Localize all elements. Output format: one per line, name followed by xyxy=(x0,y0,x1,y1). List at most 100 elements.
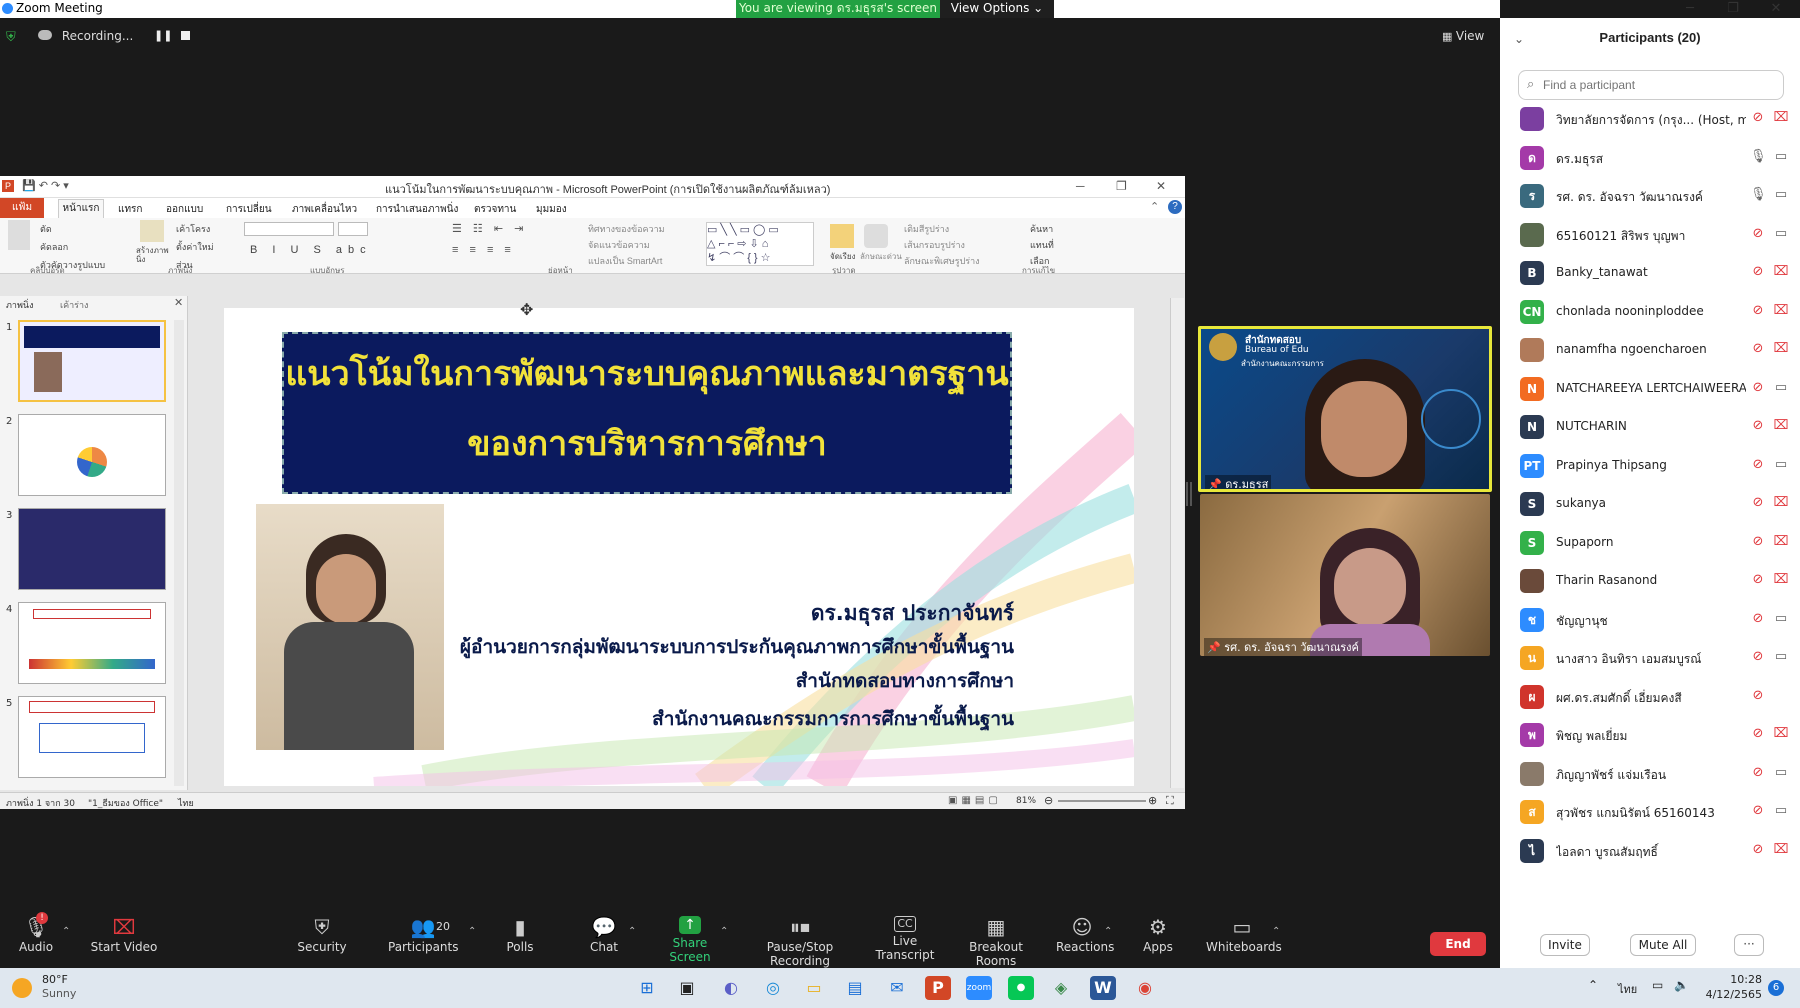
camera-on-icon[interactable]: ▭ xyxy=(1772,187,1790,203)
participant-row[interactable]: nanamfha ngoencharoen ⊘ ⌧ xyxy=(1510,332,1790,368)
participants-button[interactable]: 👥 Participants xyxy=(388,904,459,968)
participant-row[interactable]: N NUTCHARIN ⊘ ⌧ xyxy=(1510,409,1790,445)
camera-on-icon[interactable]: ▭ xyxy=(1772,149,1790,165)
mic-on-icon[interactable]: 🎙 xyxy=(1750,149,1767,165)
shape-effects-button[interactable]: ลักษณะพิเศษรูปร่าง xyxy=(904,254,980,268)
stop-recording-icon[interactable] xyxy=(181,31,190,40)
live-transcript-button[interactable]: CC Live Transcript xyxy=(868,904,942,968)
teams-chat-icon[interactable]: ◐ xyxy=(718,976,744,1000)
reactions-caret-icon[interactable]: ⌃ xyxy=(1104,926,1112,937)
close-icon[interactable]: ✕ xyxy=(1756,0,1796,18)
network-icon[interactable]: ▭ xyxy=(1652,978,1663,992)
camera-off-icon[interactable]: ⌧ xyxy=(1772,534,1790,550)
share-screen-button[interactable]: ↑ Share Screen xyxy=(654,904,726,968)
camera-on-icon[interactable]: ▭ xyxy=(1772,803,1790,819)
splitter-handle[interactable] xyxy=(1186,482,1192,506)
view-button[interactable]: ▦ View xyxy=(1442,29,1484,43)
participant-row[interactable]: S Supaporn ⊘ ⌧ xyxy=(1510,525,1790,561)
mic-muted-icon[interactable]: ⊘ xyxy=(1750,380,1766,396)
camera-off-icon[interactable]: ⌧ xyxy=(1772,110,1790,126)
participant-row[interactable]: ร รศ. ดร. อัจฉรา วัฒนาณรงค์ 🎙 ▭ xyxy=(1510,178,1790,214)
clock-time[interactable]: 10:28 xyxy=(1712,973,1762,986)
participant-row[interactable]: 65160121 สิริพร บุญพา ⊘ ▭ xyxy=(1510,217,1790,253)
camera-on-icon[interactable]: ▭ xyxy=(1772,649,1790,665)
participant-row[interactable]: ช ชัญญานุช ⊘ ▭ xyxy=(1510,602,1790,638)
tab-file[interactable]: แฟ้ม xyxy=(0,198,44,218)
chrome-taskbar-icon[interactable]: ◉ xyxy=(1132,976,1158,1000)
replace-button[interactable]: แทนที่ xyxy=(1030,238,1054,252)
pane-scrollbar[interactable] xyxy=(174,320,184,786)
participant-row[interactable]: วิทยาลัยการจัดการ (กรุง... (Host, me) ⊘ ⌧ xyxy=(1510,101,1790,137)
mic-muted-icon[interactable]: ⊘ xyxy=(1750,264,1766,280)
apps-button[interactable]: ⚙ Apps xyxy=(1140,904,1176,968)
mic-muted-icon[interactable]: ⊘ xyxy=(1750,611,1766,627)
store-icon[interactable]: ▤ xyxy=(842,976,868,1000)
tab-animations[interactable]: ภาพเคลื่อนไหว xyxy=(292,202,357,217)
share-caret-icon[interactable]: ⌃ xyxy=(720,926,728,937)
quick-access-icons[interactable]: 💾 ↶ ↷ ▾ xyxy=(22,179,69,192)
cut-button[interactable]: ตัด xyxy=(40,222,52,236)
input-language[interactable]: ไทย xyxy=(1618,980,1637,998)
arrange-icon[interactable] xyxy=(830,224,854,248)
font-format-icons[interactable]: B I U S abc xyxy=(250,244,372,256)
participant-row[interactable]: ไ ไอลดา บูรณสัมฤทธิ์ ⊘ ⌧ xyxy=(1510,833,1790,869)
shape-outline-button[interactable]: เส้นกรอบรูปร่าง xyxy=(904,238,965,252)
participant-row[interactable]: พ พิชญ พลเยี่ยม ⊘ ⌧ xyxy=(1510,717,1790,753)
participant-row[interactable]: N NATCHAREEYA LERTCHAIWEERA... ⊘ ▭ xyxy=(1510,371,1790,407)
font-name-select[interactable] xyxy=(244,222,334,236)
powerpoint-taskbar-icon[interactable]: P xyxy=(925,976,951,1000)
new-slide-icon[interactable] xyxy=(140,220,164,242)
copy-button[interactable]: คัดลอก xyxy=(40,240,68,254)
slide-thumbnail[interactable] xyxy=(18,320,166,402)
camera-off-icon[interactable]: ⌧ xyxy=(1772,842,1790,858)
ribbon-collapse-icon[interactable]: ⌃ xyxy=(1150,200,1159,213)
participant-row[interactable]: ด ดร.มธุรส 🎙 ▭ xyxy=(1510,140,1790,176)
mic-muted-icon[interactable]: ⊘ xyxy=(1750,803,1766,819)
restore-icon[interactable]: ❐ xyxy=(1713,0,1753,18)
find-button[interactable]: ค้นหา xyxy=(1030,222,1053,236)
mic-muted-icon[interactable]: ⊘ xyxy=(1750,765,1766,781)
camera-off-icon[interactable]: ⌧ xyxy=(1772,726,1790,742)
mic-muted-icon[interactable]: ⊘ xyxy=(1750,457,1766,473)
whiteboards-button[interactable]: ▭ Whiteboards xyxy=(1206,904,1282,968)
mic-muted-icon[interactable]: ⊘ xyxy=(1750,110,1766,126)
participant-row[interactable]: CN chonlada nooninploddee ⊘ ⌧ xyxy=(1510,294,1790,330)
pane-tab-outline[interactable]: เค้าร่าง xyxy=(60,298,88,312)
fit-slide-icon[interactable]: ⛶ xyxy=(1166,794,1174,808)
slide-thumbnail[interactable] xyxy=(18,414,166,496)
polls-button[interactable]: ▮ Polls xyxy=(500,904,540,968)
mic-muted-icon[interactable]: ⊘ xyxy=(1750,726,1766,742)
tab-review[interactable]: ตรวจทาน xyxy=(474,202,516,217)
tab-insert[interactable]: แทรก xyxy=(118,202,142,217)
participant-row[interactable]: ผ ผศ.ดร.สมศักดิ์ เอี่ยมคงสี ⊘ xyxy=(1510,679,1790,715)
mute-all-button[interactable]: Mute All xyxy=(1630,934,1696,956)
volume-icon[interactable]: 🔈 xyxy=(1674,978,1689,992)
pane-tab-slides[interactable]: ภาพนิ่ง xyxy=(6,298,33,312)
mic-muted-icon[interactable]: ⊘ xyxy=(1750,418,1766,434)
mic-muted-icon[interactable]: ⊘ xyxy=(1750,842,1766,858)
view-options-button[interactable]: View Options ⌄ xyxy=(940,0,1054,18)
chat-caret-icon[interactable]: ⌃ xyxy=(628,926,636,937)
slide-thumbnail[interactable] xyxy=(18,696,166,778)
mic-muted-icon[interactable]: ⊘ xyxy=(1750,572,1766,588)
tab-home[interactable]: หน้าแรก xyxy=(58,199,104,218)
participants-caret-icon[interactable]: ⌃ xyxy=(468,926,476,937)
participant-row[interactable]: B Banky_tanawat ⊘ ⌧ xyxy=(1510,255,1790,291)
reset-button[interactable]: ตั้งค่าใหม่ xyxy=(176,240,214,254)
edge-icon[interactable]: ◎ xyxy=(760,976,786,1000)
line-taskbar-icon[interactable]: ● xyxy=(1008,976,1034,1000)
camera-on-icon[interactable]: ▭ xyxy=(1772,226,1790,242)
reactions-button[interactable]: ☺ Reactions xyxy=(1056,904,1114,968)
minimize-icon[interactable]: ─ xyxy=(1670,0,1710,18)
participant-row[interactable]: Ssukanya ⊘ ⌧ xyxy=(1510,486,1790,522)
more-options-button[interactable]: ··· xyxy=(1734,934,1764,956)
video-tile-active-speaker[interactable]: สำนักทดสอบ Bureau of Edu สำนักงานคณะกรรม… xyxy=(1198,326,1492,492)
camera-on-icon[interactable]: ▭ xyxy=(1772,765,1790,781)
layout-button[interactable]: เค้าโครง xyxy=(176,222,210,236)
weather-temp[interactable]: 80°F xyxy=(42,973,68,986)
mic-muted-icon[interactable]: ⊘ xyxy=(1750,303,1766,319)
participant-search[interactable]: ⌕ xyxy=(1518,70,1784,100)
convert-smartart-button[interactable]: แปลงเป็น SmartArt xyxy=(588,254,662,268)
mic-muted-icon[interactable]: ⊘ xyxy=(1750,688,1766,704)
slide-thumbnail[interactable] xyxy=(18,508,166,590)
